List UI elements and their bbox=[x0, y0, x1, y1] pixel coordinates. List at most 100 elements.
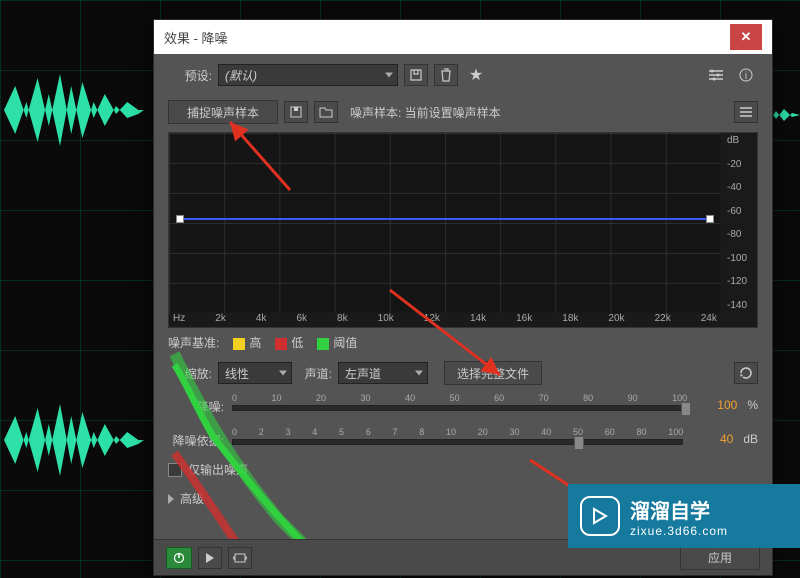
y-tick: dB bbox=[723, 135, 757, 146]
y-axis: dB -20 -40 -60 -80 -100 -120 -140 bbox=[723, 133, 757, 313]
preset-dropdown[interactable]: (默认) bbox=[218, 64, 398, 86]
loop-button[interactable] bbox=[228, 547, 252, 569]
info-button[interactable]: i bbox=[734, 64, 758, 86]
titlebar: 效果 - 降噪 ✕ bbox=[154, 20, 772, 54]
x-tick: 22k bbox=[655, 313, 671, 327]
threshold-handle-right[interactable] bbox=[706, 215, 714, 223]
chevron-down-icon bbox=[279, 371, 287, 376]
rb-label: 降噪依据: bbox=[168, 432, 224, 451]
x-tick: 18k bbox=[562, 313, 578, 327]
y-tick: -140 bbox=[723, 300, 757, 311]
watermark-logo-icon bbox=[580, 496, 620, 536]
scale-label: 缩放: bbox=[168, 365, 212, 382]
x-tick: 14k bbox=[470, 313, 486, 327]
power-toggle[interactable] bbox=[166, 547, 192, 569]
channel-label: 声道: bbox=[298, 365, 332, 382]
preset-value: (默认) bbox=[225, 67, 257, 84]
output-noise-checkbox[interactable] bbox=[168, 463, 182, 477]
legend-item-low: 低 bbox=[275, 334, 303, 351]
scale-row: 缩放: 线性 声道: 左声道 选择完整文件 bbox=[168, 361, 758, 385]
save-sample-button[interactable] bbox=[284, 101, 308, 123]
x-tick: 10k bbox=[378, 313, 394, 327]
scale-value: 线性 bbox=[225, 365, 249, 382]
rb-bar[interactable] bbox=[232, 439, 683, 445]
noise-sample-status: 噪声样本: 当前设置噪声样本 bbox=[350, 104, 501, 121]
preset-row: 预设: (默认) ★ i bbox=[168, 64, 758, 86]
watermark-url: zixue.3d66.com bbox=[630, 524, 728, 538]
y-tick: -60 bbox=[723, 206, 757, 217]
apply-label: 应用 bbox=[708, 549, 732, 566]
capture-noise-button[interactable]: 捕捉噪声样本 bbox=[168, 100, 278, 124]
chevron-down-icon bbox=[385, 73, 393, 78]
legend-title: 噪声基准: bbox=[168, 334, 219, 351]
select-file-label: 选择完整文件 bbox=[457, 365, 529, 382]
scale-dropdown[interactable]: 线性 bbox=[218, 362, 292, 384]
spectrum-canvas bbox=[169, 133, 721, 313]
x-tick: 20k bbox=[608, 313, 624, 327]
nr-thumb[interactable] bbox=[681, 402, 691, 416]
channel-dropdown[interactable]: 左声道 bbox=[338, 362, 428, 384]
y-tick: -40 bbox=[723, 182, 757, 193]
threshold-handle-left[interactable] bbox=[176, 215, 184, 223]
legend-item-threshold: 阈值 bbox=[317, 334, 357, 351]
watermark-brand: 溜溜自学 bbox=[630, 495, 728, 524]
spectrum-grid bbox=[169, 133, 721, 313]
output-noise-label: 仅输出噪声 bbox=[188, 461, 248, 478]
rb-thumb[interactable] bbox=[574, 436, 584, 450]
nr-value[interactable]: 100 bbox=[695, 398, 737, 412]
x-tick: 12k bbox=[424, 313, 440, 327]
y-tick: -100 bbox=[723, 253, 757, 264]
nr-label: 降噪: bbox=[168, 398, 224, 417]
x-tick: 8k bbox=[337, 313, 348, 327]
settings-icon-button[interactable] bbox=[704, 64, 728, 86]
capture-row: 捕捉噪声样本 噪声样本: 当前设置噪声样本 bbox=[168, 100, 758, 124]
close-icon: ✕ bbox=[741, 29, 752, 45]
output-noise-only-row[interactable]: 仅输出噪声 bbox=[168, 461, 758, 478]
graph-options-button[interactable] bbox=[734, 101, 758, 123]
legend: 噪声基准: 高 低 阈值 bbox=[168, 334, 758, 351]
threshold-line[interactable] bbox=[180, 218, 710, 220]
rb-slider[interactable]: 0234567810203040506080100 bbox=[232, 427, 683, 451]
preset-label: 预设: bbox=[168, 67, 212, 84]
apply-button[interactable]: 应用 bbox=[680, 546, 760, 570]
rb-scale: 0234567810203040506080100 bbox=[232, 427, 683, 439]
x-tick: Hz bbox=[173, 313, 185, 327]
star-icon: ★ bbox=[469, 65, 483, 85]
favorite-button[interactable]: ★ bbox=[464, 64, 488, 86]
noise-reduction-slider-row: 降噪: 0102030405060708090100 100 % bbox=[168, 393, 758, 417]
nr-unit: % bbox=[747, 398, 758, 412]
advanced-label: 高级 bbox=[180, 490, 204, 507]
x-tick: 2k bbox=[215, 313, 226, 327]
x-tick: 24k bbox=[701, 313, 717, 327]
y-tick: -120 bbox=[723, 276, 757, 287]
save-preset-button[interactable] bbox=[404, 64, 428, 86]
x-tick: 16k bbox=[516, 313, 532, 327]
nr-scale: 0102030405060708090100 bbox=[232, 393, 687, 405]
watermark: 溜溜自学 zixue.3d66.com bbox=[568, 484, 800, 548]
legend-item-high: 高 bbox=[233, 334, 261, 351]
delete-preset-button[interactable] bbox=[434, 64, 458, 86]
window-title: 效果 - 降噪 bbox=[164, 28, 228, 47]
chevron-down-icon bbox=[415, 371, 423, 376]
triangle-right-icon bbox=[168, 494, 174, 504]
rb-value[interactable]: 40 bbox=[691, 432, 733, 446]
x-tick: 6k bbox=[296, 313, 307, 327]
reduce-by-slider-row: 降噪依据: 0234567810203040506080100 40 dB bbox=[168, 427, 758, 451]
select-entire-file-button[interactable]: 选择完整文件 bbox=[444, 361, 542, 385]
rb-unit: dB bbox=[743, 432, 758, 446]
channel-value: 左声道 bbox=[345, 365, 381, 382]
close-button[interactable]: ✕ bbox=[730, 24, 762, 50]
nr-slider[interactable]: 0102030405060708090100 bbox=[232, 393, 687, 417]
reset-button[interactable] bbox=[734, 362, 758, 384]
x-tick: 4k bbox=[256, 313, 267, 327]
nr-bar[interactable] bbox=[232, 405, 687, 411]
y-tick: -20 bbox=[723, 159, 757, 170]
dialog-body: 预设: (默认) ★ i 捕捉噪声样 bbox=[154, 54, 772, 539]
load-sample-button[interactable] bbox=[314, 101, 338, 123]
svg-text:i: i bbox=[745, 71, 747, 82]
y-tick: -80 bbox=[723, 229, 757, 240]
preview-play-button[interactable] bbox=[198, 547, 222, 569]
capture-noise-label: 捕捉噪声样本 bbox=[187, 104, 259, 121]
x-axis: Hz 2k 4k 6k 8k 10k 12k 14k 16k 18k 20k 2… bbox=[169, 313, 721, 327]
spectrum-graph[interactable]: dB -20 -40 -60 -80 -100 -120 -140 Hz 2k … bbox=[168, 132, 758, 328]
